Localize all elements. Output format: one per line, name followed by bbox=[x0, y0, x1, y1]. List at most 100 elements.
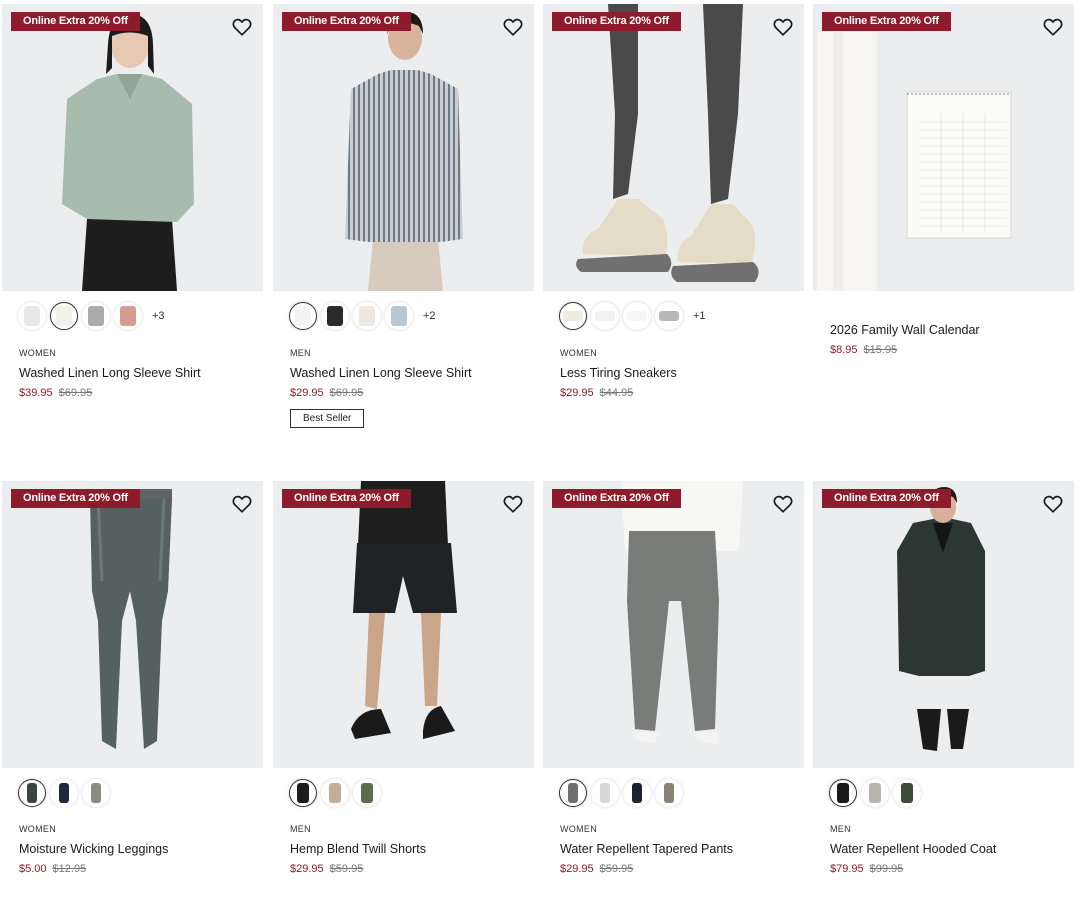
promo-badge: Online Extra 20% Off bbox=[282, 12, 411, 31]
swatch-color bbox=[391, 306, 407, 326]
color-swatches bbox=[289, 778, 381, 808]
wall-calendar-image bbox=[813, 4, 1074, 291]
color-swatch[interactable] bbox=[289, 779, 317, 807]
favorite-heart-icon[interactable] bbox=[1042, 16, 1064, 38]
original-price: $12.95 bbox=[52, 863, 87, 875]
favorite-heart-icon[interactable] bbox=[772, 16, 794, 38]
swatch-color bbox=[632, 783, 642, 803]
swatch-color bbox=[59, 783, 69, 803]
product-image[interactable]: Online Extra 20% Off bbox=[2, 481, 263, 768]
product-image[interactable]: Online Extra 20% Off bbox=[2, 4, 263, 291]
swatch-color bbox=[664, 783, 674, 803]
product-image[interactable]: Online Extra 20% Off bbox=[543, 4, 804, 291]
product-price: $39.95 $69.95 bbox=[19, 387, 92, 399]
favorite-heart-icon[interactable] bbox=[1042, 493, 1064, 515]
sale-price: $39.95 bbox=[19, 387, 53, 399]
color-swatch[interactable] bbox=[829, 779, 857, 807]
swatch-color bbox=[627, 311, 647, 321]
swatch-color bbox=[359, 306, 375, 326]
product-price: $29.95 $59.95 bbox=[560, 863, 633, 875]
product-name[interactable]: Hemp Blend Twill Shorts bbox=[290, 842, 426, 856]
color-swatch[interactable] bbox=[353, 779, 381, 807]
swatch-color bbox=[600, 783, 610, 803]
favorite-heart-icon[interactable] bbox=[772, 493, 794, 515]
color-swatch[interactable] bbox=[353, 302, 381, 330]
color-swatch[interactable] bbox=[82, 779, 110, 807]
leggings-image bbox=[2, 481, 263, 768]
color-swatch[interactable] bbox=[893, 779, 921, 807]
color-swatch[interactable] bbox=[655, 779, 683, 807]
color-swatch[interactable] bbox=[559, 302, 587, 330]
color-swatch[interactable] bbox=[114, 302, 142, 330]
swatch-color bbox=[837, 783, 849, 803]
product-category: WOMEN bbox=[560, 348, 597, 358]
hooded-coat-image bbox=[813, 481, 1074, 768]
color-swatches: +1 bbox=[559, 301, 706, 331]
product-image[interactable]: Online Extra 20% Off bbox=[813, 481, 1074, 768]
color-swatch[interactable] bbox=[559, 779, 587, 807]
color-swatch[interactable] bbox=[385, 302, 413, 330]
product-price: $79.95 $99.95 bbox=[830, 863, 903, 875]
promo-badge: Online Extra 20% Off bbox=[11, 12, 140, 31]
product-category: MEN bbox=[290, 824, 311, 834]
color-swatches bbox=[829, 778, 921, 808]
color-swatch[interactable] bbox=[50, 779, 78, 807]
swatch-color bbox=[869, 783, 881, 803]
product-image[interactable]: Online Extra 20% Off bbox=[273, 481, 534, 768]
product-name[interactable]: 2026 Family Wall Calendar bbox=[830, 323, 980, 337]
color-swatches bbox=[559, 778, 683, 808]
more-colors-count[interactable]: +1 bbox=[693, 310, 706, 322]
original-price: $59.95 bbox=[329, 863, 364, 875]
favorite-heart-icon[interactable] bbox=[502, 493, 524, 515]
color-swatches bbox=[18, 778, 110, 808]
color-swatch[interactable] bbox=[655, 302, 683, 330]
color-swatch[interactable] bbox=[18, 779, 46, 807]
swatch-color bbox=[91, 783, 101, 803]
color-swatch[interactable] bbox=[50, 302, 78, 330]
swatch-color bbox=[56, 306, 72, 326]
color-swatch[interactable] bbox=[591, 302, 619, 330]
promo-badge: Online Extra 20% Off bbox=[822, 12, 951, 31]
swatch-color bbox=[595, 311, 615, 321]
favorite-heart-icon[interactable] bbox=[231, 493, 253, 515]
promo-badge: Online Extra 20% Off bbox=[282, 489, 411, 508]
product-image[interactable]: Online Extra 20% Off bbox=[543, 481, 804, 768]
product-grid: Online Extra 20% Off +3 WOMEN Washed Lin… bbox=[0, 0, 1080, 921]
product-name[interactable]: Water Repellent Hooded Coat bbox=[830, 842, 996, 856]
product-name[interactable]: Washed Linen Long Sleeve Shirt bbox=[19, 366, 201, 380]
product-name[interactable]: Washed Linen Long Sleeve Shirt bbox=[290, 366, 472, 380]
sale-price: $29.95 bbox=[290, 387, 324, 399]
swatch-color bbox=[659, 311, 679, 321]
mens-linen-shirt-image bbox=[273, 4, 534, 291]
favorite-heart-icon[interactable] bbox=[231, 16, 253, 38]
color-swatch[interactable] bbox=[18, 302, 46, 330]
promo-badge: Online Extra 20% Off bbox=[11, 489, 140, 508]
original-price: $15.95 bbox=[863, 344, 898, 356]
color-swatch[interactable] bbox=[82, 302, 110, 330]
product-name[interactable]: Moisture Wicking Leggings bbox=[19, 842, 168, 856]
product-category: MEN bbox=[290, 348, 311, 358]
favorite-heart-icon[interactable] bbox=[502, 16, 524, 38]
more-colors-count[interactable]: +2 bbox=[423, 310, 436, 322]
product-image[interactable]: Online Extra 20% Off bbox=[813, 4, 1074, 291]
color-swatch[interactable] bbox=[289, 302, 317, 330]
promo-badge: Online Extra 20% Off bbox=[822, 489, 951, 508]
color-swatch[interactable] bbox=[623, 302, 651, 330]
more-colors-count[interactable]: +3 bbox=[152, 310, 165, 322]
product-price: $29.95 $44.95 bbox=[560, 387, 633, 399]
color-swatch[interactable] bbox=[321, 302, 349, 330]
color-swatch[interactable] bbox=[591, 779, 619, 807]
color-swatch[interactable] bbox=[623, 779, 651, 807]
product-name[interactable]: Less Tiring Sneakers bbox=[560, 366, 677, 380]
sale-price: $8.95 bbox=[830, 344, 858, 356]
original-price: $69.95 bbox=[58, 387, 93, 399]
product-image[interactable]: Online Extra 20% Off bbox=[273, 4, 534, 291]
color-swatch[interactable] bbox=[321, 779, 349, 807]
womens-linen-shirt-image bbox=[2, 4, 263, 291]
swatch-color bbox=[297, 783, 309, 803]
product-name[interactable]: Water Repellent Tapered Pants bbox=[560, 842, 733, 856]
twill-shorts-image bbox=[273, 481, 534, 768]
swatch-color bbox=[88, 306, 104, 326]
color-swatch[interactable] bbox=[861, 779, 889, 807]
sale-price: $29.95 bbox=[560, 387, 594, 399]
